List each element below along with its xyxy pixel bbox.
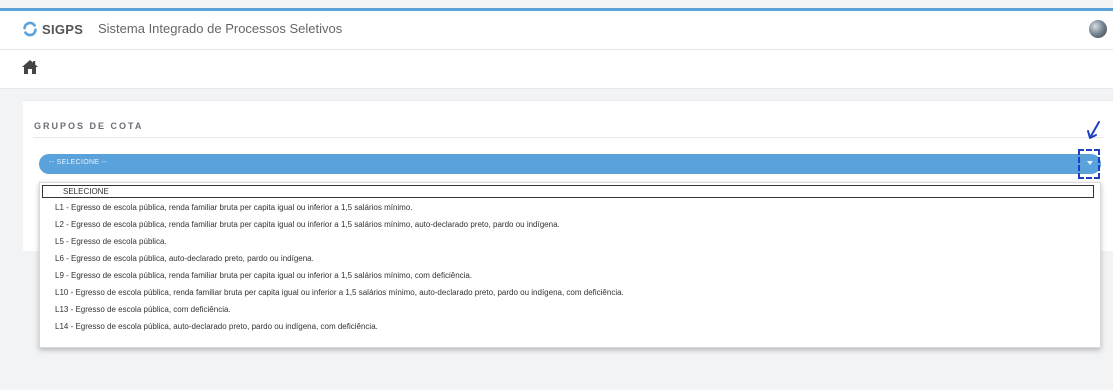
sigps-logo-icon [23, 21, 37, 37]
option-l9[interactable]: L9 - Egresso de escola pública, renda fa… [55, 269, 472, 283]
option-l2[interactable]: L2 - Egresso de escola pública, renda fa… [55, 218, 560, 232]
option-l10[interactable]: L10 - Egresso de escola pública, renda f… [55, 286, 624, 300]
annotation-arrow-icon [1087, 121, 1100, 139]
quota-group-dropdown-list: SELECIONE L1 - Egresso de escola pública… [39, 182, 1101, 348]
panel-divider [33, 137, 1103, 138]
app-header: SIGPS Sistema Integrado de Processos Sel… [0, 11, 1113, 50]
option-l6[interactable]: L6 - Egresso de escola pública, auto-dec… [55, 252, 314, 266]
home-icon[interactable] [21, 59, 39, 75]
quota-group-select[interactable]: -- SELECIONE -- [39, 154, 1101, 174]
option-l13[interactable]: L13 - Egresso de escola pública, com def… [55, 303, 231, 317]
app-logo[interactable]: SIGPS [21, 20, 83, 38]
breadcrumb [0, 50, 1113, 89]
option-l14[interactable]: L14 - Egresso de escola pública, auto-de… [55, 320, 378, 334]
select-value: -- SELECIONE -- [49, 159, 107, 166]
logo-text: SIGPS [42, 21, 84, 37]
panel-title: GRUPOS DE COTA [34, 121, 144, 131]
option-selecione[interactable]: SELECIONE [42, 185, 1094, 198]
annotation-highlight-box [1078, 149, 1100, 179]
option-l1[interactable]: L1 - Egresso de escola pública, renda fa… [55, 201, 413, 215]
app-name: Sistema Integrado de Processos Seletivos [98, 21, 343, 36]
option-l5[interactable]: L5 - Egresso de escola pública. [55, 235, 167, 249]
avatar-globe-icon[interactable] [1089, 20, 1107, 38]
